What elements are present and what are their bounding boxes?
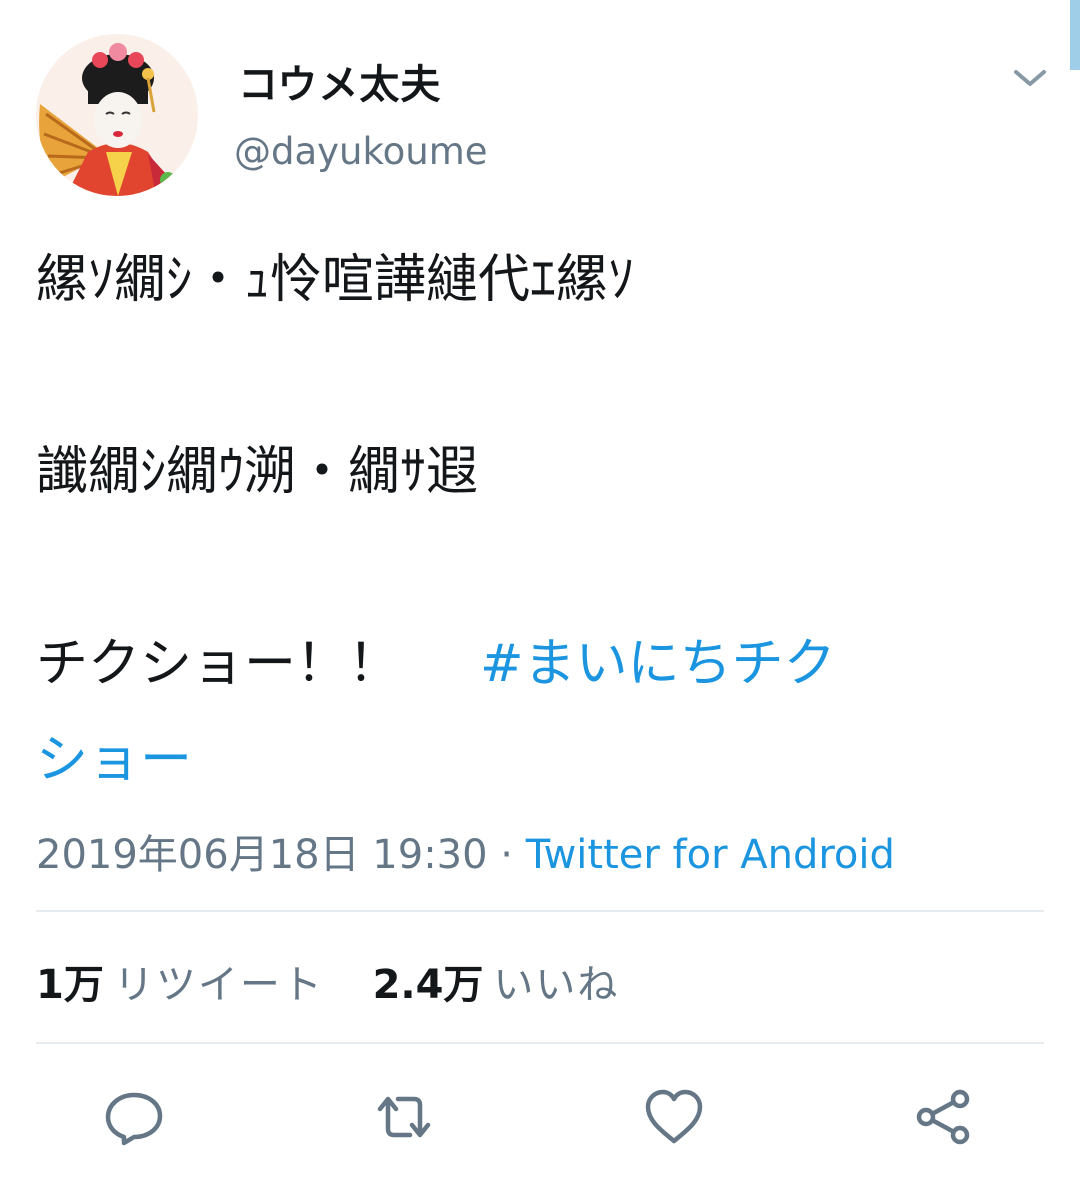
action-bar — [0, 1085, 1080, 1149]
chevron-down-icon[interactable] — [1010, 62, 1050, 92]
scroll-indicator[interactable] — [1070, 0, 1080, 70]
tweet-line-3-text: チクショー！！ — [36, 634, 401, 694]
divider-bottom — [36, 1042, 1044, 1044]
retweet-count: 1万 — [36, 962, 104, 1008]
tweet-source-link[interactable]: Twitter for Android — [526, 832, 895, 878]
avatar[interactable] — [36, 34, 198, 196]
avatar-image — [36, 34, 198, 196]
reply-icon[interactable] — [102, 1085, 166, 1149]
hashtag-link[interactable]: #まいにちチク — [480, 634, 836, 694]
tweet-header: コウメ太夫 @dayukoume — [36, 34, 1050, 196]
tweet-line-2: 讖繝ｼ繝ｳ溯・繝ｻ遐 — [36, 442, 479, 502]
like-count: 2.4万 — [372, 962, 484, 1008]
tweet-line-3: チクショー！！ #まいにちチク — [36, 616, 1026, 712]
share-icon[interactable] — [912, 1085, 976, 1149]
retweet-stat[interactable]: 1万 リツイート — [36, 952, 324, 1010]
hashtag-link-continuation[interactable]: ショー — [36, 712, 1026, 808]
tweet-meta: 2019年06月18日 19:30 · Twitter for Android — [36, 822, 895, 880]
display-name[interactable]: コウメ太夫 — [238, 52, 441, 110]
tweet-text: 縲ｿ繝ｼ・ｭ怜喧譁縺代ｴ縲ｿ 讖繝ｼ繝ｳ溯・繝ｻ遐 チクショー！！ #まいにちチク… — [36, 232, 1026, 808]
like-stat[interactable]: 2.4万 いいね — [373, 952, 620, 1010]
meta-separator: · — [487, 832, 526, 878]
retweet-label: リツイート — [113, 962, 324, 1008]
divider-top — [36, 910, 1044, 912]
like-label: いいね — [493, 962, 620, 1008]
tweet-stats: 1万 リツイート 2.4万 いいね — [36, 952, 655, 1010]
tweet-line-1: 縲ｿ繝ｼ・ｭ怜喧譁縺代ｴ縲ｿ — [36, 250, 635, 310]
retweet-icon[interactable] — [372, 1085, 436, 1149]
user-handle[interactable]: @dayukoume — [234, 130, 488, 173]
heart-icon[interactable] — [642, 1085, 706, 1149]
tweet-timestamp[interactable]: 2019年06月18日 19:30 — [36, 832, 488, 878]
